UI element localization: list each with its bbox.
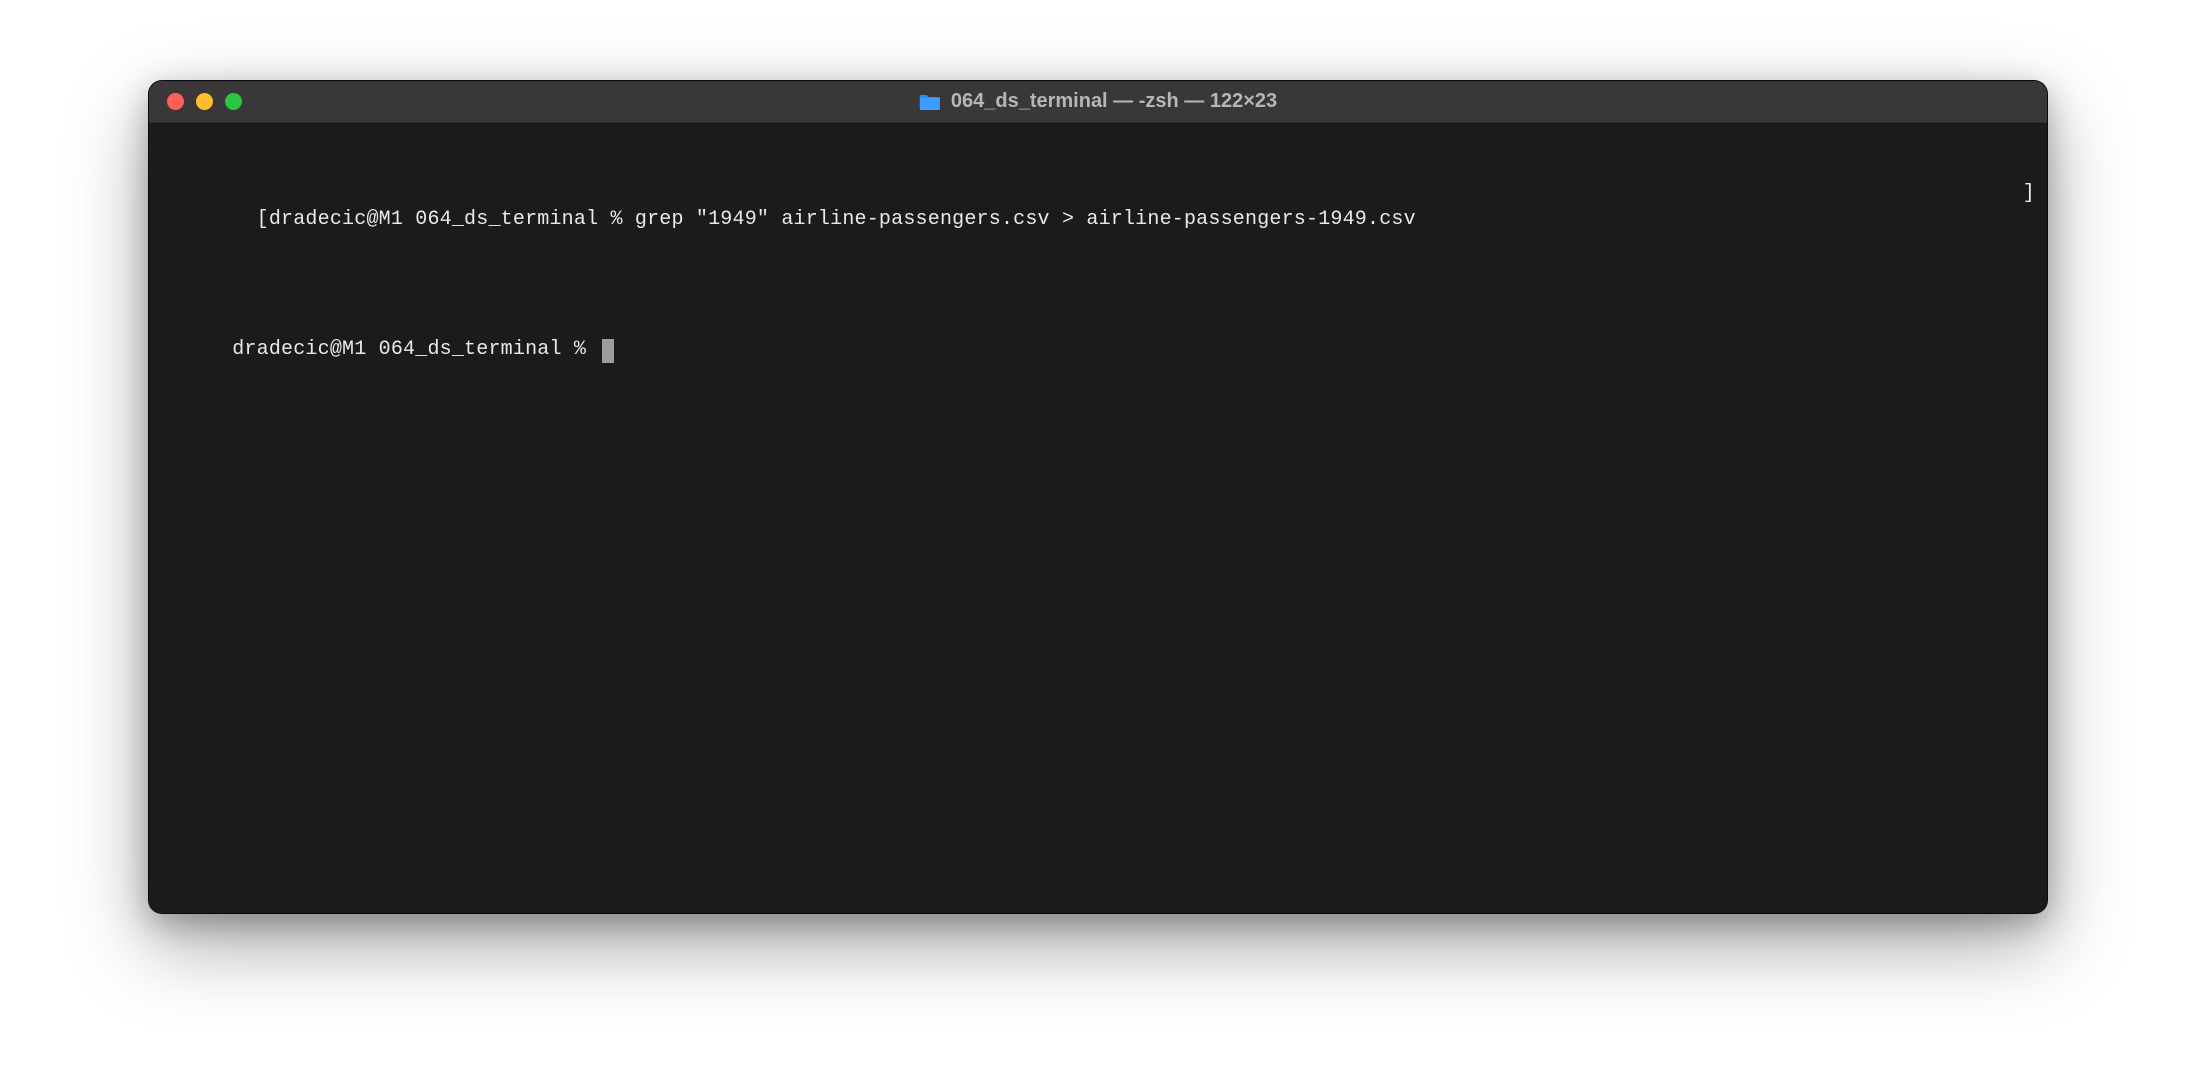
traffic-lights bbox=[149, 93, 242, 110]
prompt-text: dradecic@M1 064_ds_terminal % bbox=[269, 208, 635, 231]
folder-icon bbox=[919, 93, 941, 111]
terminal-line: dradecic@M1 064_ds_terminal % bbox=[159, 311, 2037, 389]
close-icon[interactable] bbox=[167, 93, 184, 110]
maximize-icon[interactable] bbox=[225, 93, 242, 110]
terminal-window: 064_ds_terminal — -zsh — 122×23 [dradeci… bbox=[148, 80, 2048, 914]
cursor bbox=[602, 339, 614, 363]
left-bracket: [ bbox=[257, 208, 269, 231]
prompt-text: dradecic@M1 064_ds_terminal % bbox=[232, 338, 598, 361]
terminal-line: [dradecic@M1 064_ds_terminal % grep "194… bbox=[159, 181, 2037, 259]
terminal-body[interactable]: [dradecic@M1 064_ds_terminal % grep "194… bbox=[149, 123, 2047, 913]
right-bracket: ] bbox=[2023, 181, 2037, 259]
command-text: grep "1949" airline-passengers.csv > air… bbox=[635, 208, 1416, 231]
minimize-icon[interactable] bbox=[196, 93, 213, 110]
window-title: 064_ds_terminal — -zsh — 122×23 bbox=[919, 90, 1277, 113]
window-title-text: 064_ds_terminal — -zsh — 122×23 bbox=[951, 90, 1277, 113]
titlebar: 064_ds_terminal — -zsh — 122×23 bbox=[149, 81, 2047, 123]
